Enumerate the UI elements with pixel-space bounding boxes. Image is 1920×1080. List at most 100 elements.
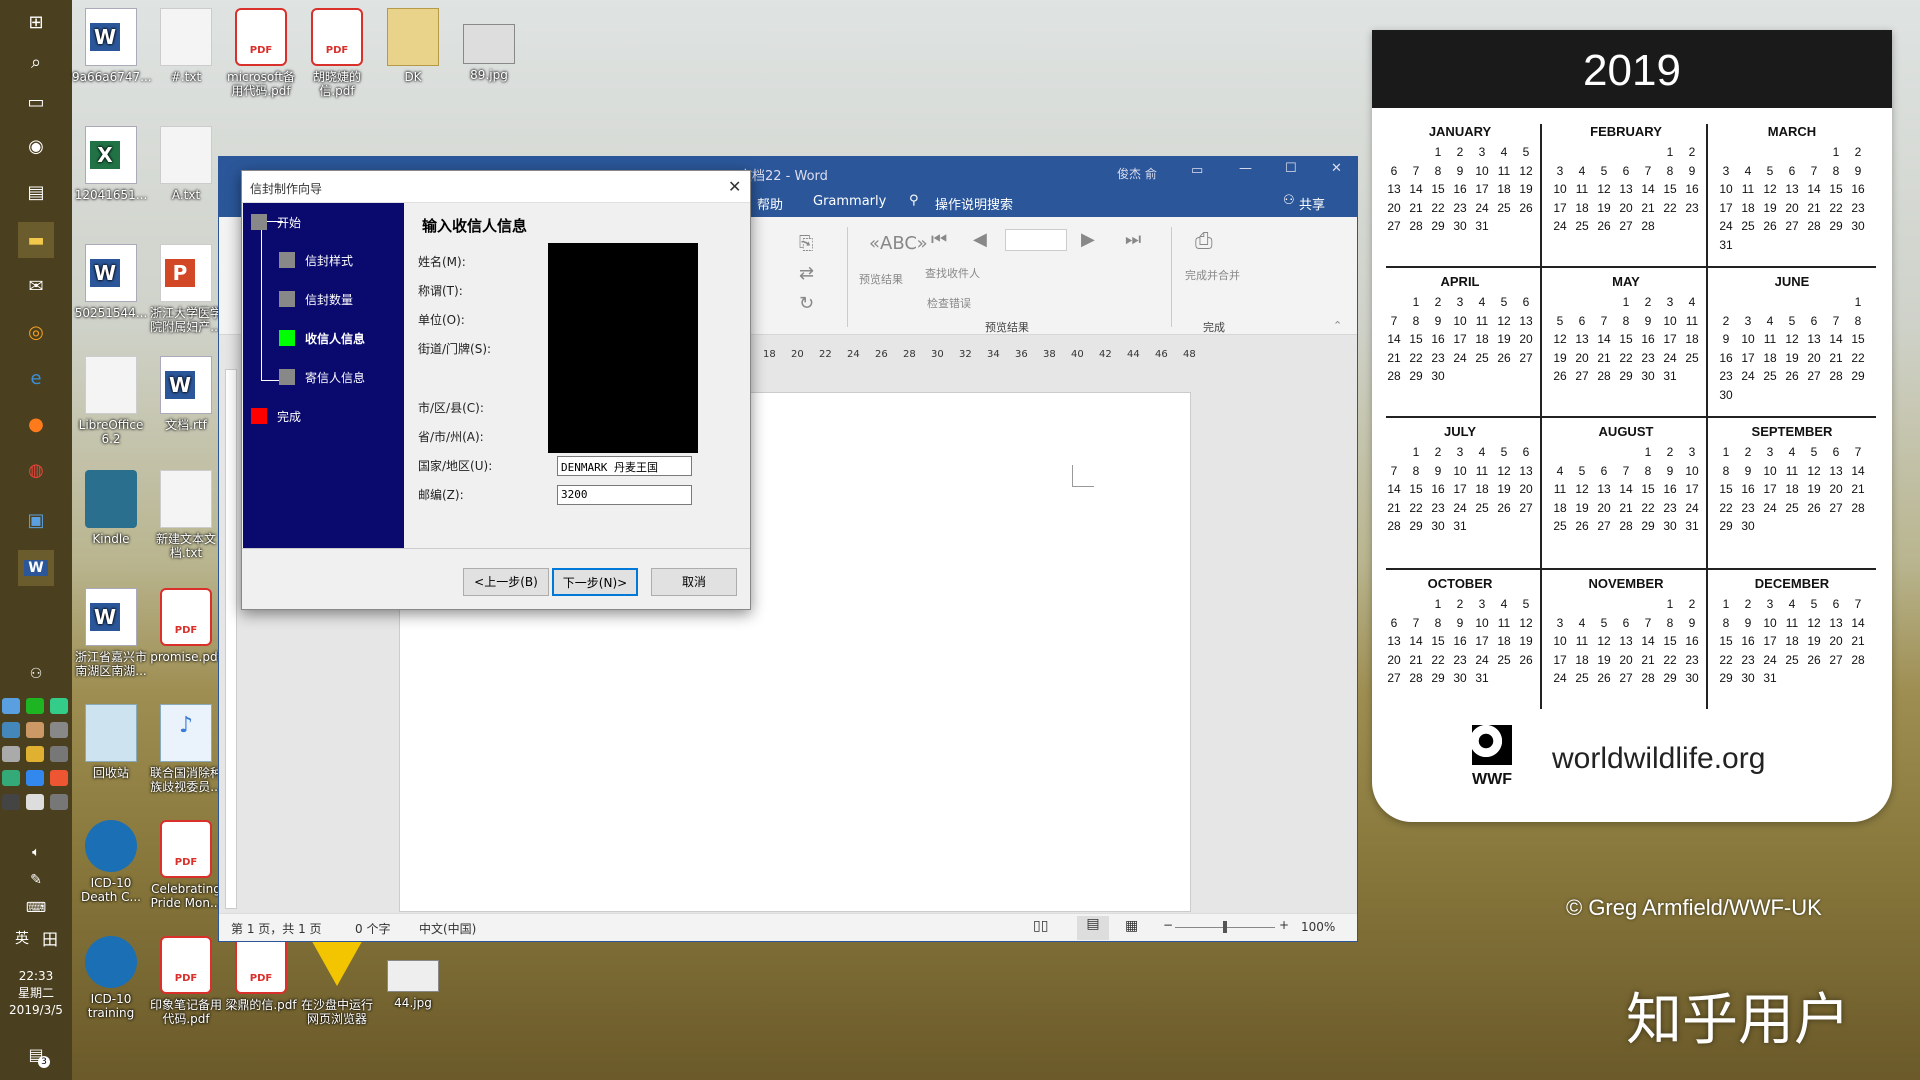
read-mode-icon[interactable]: ▯▯ xyxy=(1033,918,1048,934)
wizard-step-finish[interactable]: 完成 xyxy=(251,407,301,425)
first-record-icon[interactable]: ⏮ xyxy=(931,229,947,250)
outlook-icon[interactable]: ◎ xyxy=(18,314,54,350)
share-button[interactable]: 共享 xyxy=(1299,194,1325,213)
close-icon[interactable]: ✕ xyxy=(728,177,741,196)
zoom-level[interactable]: 100% xyxy=(1301,920,1335,934)
zoom-in-icon[interactable]: + xyxy=(1279,918,1289,932)
minimize-icon[interactable]: — xyxy=(1239,161,1252,176)
ribbon-display-icon[interactable]: ▭ xyxy=(1191,163,1203,178)
desktop-icon[interactable]: 44.jpg xyxy=(374,936,452,1010)
zip-field[interactable]: 3200 xyxy=(557,485,692,505)
cancel-button[interactable]: 取消 xyxy=(651,568,737,596)
wizard-step-envelope-count[interactable]: 信封数量 xyxy=(279,290,353,308)
desktop-icon[interactable]: 回收站 xyxy=(72,704,150,780)
tray-app-icon[interactable] xyxy=(50,722,68,738)
word-taskbar-icon[interactable]: W xyxy=(18,550,54,586)
search-icon[interactable]: ⌕ xyxy=(18,44,54,80)
previous-record-icon[interactable]: ◀ xyxy=(973,229,987,250)
tray-app-icon[interactable] xyxy=(2,722,20,738)
last-record-icon[interactable]: ⏭ xyxy=(1125,229,1141,250)
wizard-step-sender[interactable]: 寄信人信息 xyxy=(279,368,365,386)
desktop-icon[interactable]: 文档.rtf xyxy=(147,356,225,432)
page-count[interactable]: 第 1 页，共 1 页 xyxy=(231,920,322,937)
next-button[interactable]: 下一步(N)> xyxy=(552,568,638,596)
tray-app-icon[interactable] xyxy=(50,698,68,714)
tray-app-icon[interactable] xyxy=(50,770,68,786)
desktop-icon[interactable]: LibreOffice 6.2 xyxy=(72,356,150,446)
desktop-icon[interactable]: 在沙盘中运行网页浏览器 xyxy=(298,936,376,1026)
chrome-icon[interactable]: ◍ xyxy=(18,452,54,488)
record-number-input[interactable] xyxy=(1005,229,1067,251)
tray-app-icon[interactable] xyxy=(26,698,44,714)
desktop-icon[interactable]: Kindle xyxy=(72,470,150,546)
finish-merge-icon[interactable]: ⎙ xyxy=(1195,229,1213,254)
web-layout-icon[interactable]: ▦ xyxy=(1125,918,1138,934)
desktop-icon[interactable]: #.txt xyxy=(147,8,225,84)
update-labels-icon[interactable]: ↻ xyxy=(799,293,814,314)
back-button[interactable]: <上一步(B) xyxy=(463,568,549,596)
desktop-icon[interactable]: ♪ 联合国消除种族歧视委员... xyxy=(147,704,225,794)
desktop-icon[interactable]: 梁鼎的信.pdf xyxy=(222,936,300,1012)
desktop-icon[interactable]: 新建文本文档.txt xyxy=(147,470,225,560)
desktop-icon[interactable]: 9a66a6747... xyxy=(72,8,152,84)
tab-help[interactable]: 帮助 xyxy=(757,194,783,213)
file-explorer-icon[interactable]: ▬ xyxy=(18,222,54,258)
zoom-slider-thumb[interactable] xyxy=(1223,921,1227,933)
match-fields-icon[interactable]: ⇄ xyxy=(799,263,814,284)
keyboard-icon[interactable]: ⌨ xyxy=(18,890,54,926)
tray-app-icon[interactable] xyxy=(2,794,20,810)
desktop-icon[interactable]: 印象笔记备用代码.pdf xyxy=(147,936,225,1026)
desktop-icon[interactable]: P 浙江大学医学院附属妇产... xyxy=(147,244,225,334)
desktop-icon[interactable]: 胡晓婕的信.pdf xyxy=(298,8,376,98)
tell-me-search[interactable]: 操作说明搜索 xyxy=(935,194,1013,213)
desktop-icon[interactable]: ICD-10 training xyxy=(72,936,150,1020)
desktop-icon[interactable]: 50251544... xyxy=(72,244,150,320)
tray-app-icon[interactable] xyxy=(2,698,20,714)
desktop-icon[interactable]: ICD-10 Death C... xyxy=(72,820,150,904)
notification-icon[interactable]: ▤ 3 xyxy=(18,1036,54,1072)
desktop-icon[interactable]: Celebrating Pride Mon... xyxy=(147,820,225,910)
desktop-icon[interactable]: DK xyxy=(374,8,452,84)
envelope-wizard-dialog[interactable]: 信封制作向导 ✕ 开始 信封样式 信封数量 收信人信息 寄信人信息 完成 输入收… xyxy=(241,170,751,610)
task-view-icon[interactable]: ▭ xyxy=(18,84,54,120)
next-record-icon[interactable]: ▶ xyxy=(1081,229,1095,250)
dialog-title-bar[interactable]: 信封制作向导 ✕ xyxy=(242,171,750,203)
desktop-icon[interactable]: 89.jpg xyxy=(450,8,528,82)
find-recipient-button[interactable]: 查找收件人 xyxy=(925,265,980,281)
desktop-icon[interactable]: promise.pdf xyxy=(147,588,225,664)
desktop-icon[interactable]: 12041651... xyxy=(72,126,150,202)
people-icon[interactable]: ⚇ xyxy=(18,656,54,692)
check-errors-button[interactable]: 检查错误 xyxy=(927,295,971,311)
zoom-out-icon[interactable]: − xyxy=(1163,918,1173,932)
tray-app-icon[interactable] xyxy=(26,794,44,810)
preview-results-icon[interactable]: «ABC» xyxy=(869,233,928,254)
tab-grammarly[interactable]: Grammarly xyxy=(813,194,886,209)
wizard-step-start[interactable]: 开始 xyxy=(251,213,301,231)
wizard-step-envelope-style[interactable]: 信封样式 xyxy=(279,251,353,269)
tray-app-icon[interactable] xyxy=(50,746,68,762)
maximize-icon[interactable]: ☐ xyxy=(1285,161,1297,176)
tray-app-icon[interactable] xyxy=(2,746,20,762)
desktop-icon[interactable]: microsoft备用代码.pdf xyxy=(222,8,300,98)
mail-icon[interactable]: ✉ xyxy=(18,268,54,304)
country-field[interactable]: DENMARK 丹麦王国 xyxy=(557,456,692,476)
ime-language[interactable]: 英 xyxy=(8,928,36,948)
word-count[interactable]: 0 个字 xyxy=(355,920,390,937)
collapse-ribbon-icon[interactable]: ⌃ xyxy=(1333,319,1342,332)
pinned-app-icon[interactable]: ◉ xyxy=(18,128,54,164)
edge-icon[interactable]: e xyxy=(18,360,54,396)
wizard-step-recipient[interactable]: 收信人信息 xyxy=(279,329,365,347)
tray-app-icon[interactable] xyxy=(50,794,68,810)
firefox-icon[interactable]: ● xyxy=(18,406,54,442)
finish-merge-button[interactable]: 完成并合并 xyxy=(1185,267,1240,283)
preview-results-button[interactable]: 预览结果 xyxy=(859,271,903,287)
tray-app-icon[interactable] xyxy=(2,770,20,786)
print-layout-icon[interactable]: ▤ xyxy=(1077,916,1109,940)
close-icon[interactable]: ✕ xyxy=(1331,161,1342,176)
tray-clock[interactable]: 22:33 星期二 2019/3/5 xyxy=(0,968,72,1019)
remote-desktop-icon[interactable]: ▣ xyxy=(18,502,54,538)
language-status[interactable]: 中文(中国) xyxy=(419,920,476,937)
tray-app-icon[interactable] xyxy=(26,746,44,762)
pinned-app-icon[interactable]: ▤ xyxy=(18,174,54,210)
desktop-icon[interactable]: A.txt xyxy=(147,126,225,202)
